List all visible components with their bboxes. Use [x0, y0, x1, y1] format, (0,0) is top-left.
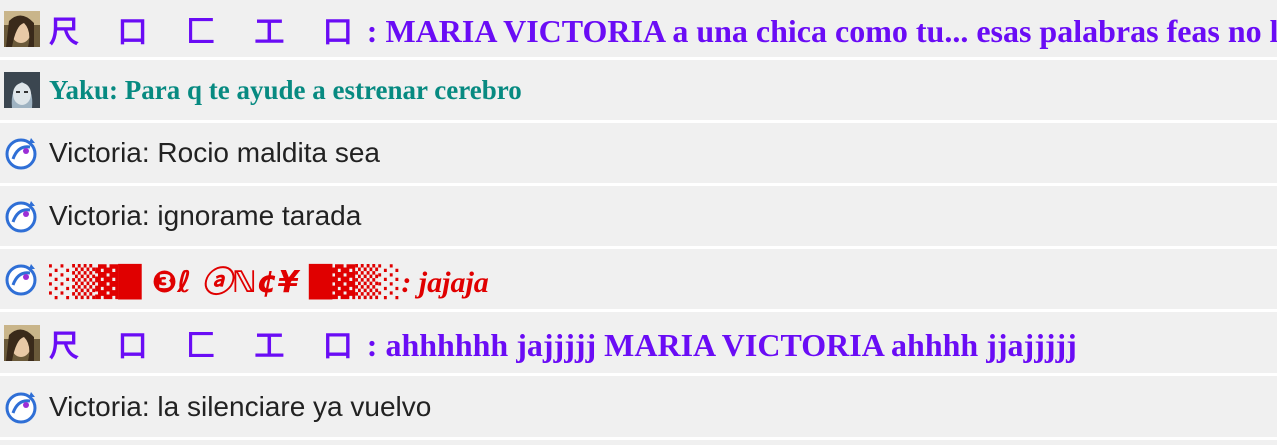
default-bird-avatar[interactable]: [4, 198, 40, 234]
message-nick[interactable]: Victoria: [49, 391, 142, 423]
message-nick[interactable]: 尺 口 匚 工 口: [49, 7, 367, 51]
message-text: : la silenciare ya vuelvo: [141, 390, 432, 422]
chat-message: Victoria : Rocio maldita sea: [0, 123, 1277, 186]
chat-message: Victoria : ignorame tarada: [0, 186, 1277, 249]
message-text: : MARIA VICTORIA a una chica como tu... …: [366, 12, 1277, 49]
message-text: : Rocio maldita sea: [141, 137, 380, 168]
message-text: : ignorame tarada: [141, 200, 362, 231]
default-bird-avatar[interactable]: [4, 135, 40, 171]
message-body: Victoria : ignorame tarada: [49, 200, 361, 232]
chat-message: Yaku : Para q te ayude a estrenar cerebr…: [0, 60, 1277, 123]
chat-message: 尺 口 匚 工 口 : ahhhhhh jajjjjj MARIA VICTOR…: [0, 312, 1277, 376]
message-text: : Para q te ayude a estrenar cerebro: [109, 74, 522, 105]
default-bird-avatar[interactable]: [4, 261, 40, 297]
message-nick[interactable]: Victoria: [49, 200, 142, 232]
message-body: 尺 口 匚 工 口 : MARIA VICTORIA a una chica c…: [49, 7, 1277, 51]
message-body: Victoria : Rocio maldita sea: [49, 137, 380, 169]
message-nick[interactable]: ░▒▓█ ❸ℓ ⓐℕ¢¥ █▓▒░: [49, 257, 401, 301]
chat-log: 尺 口 匚 工 口 : MARIA VICTORIA a una chica c…: [0, 0, 1277, 440]
message-body: ░▒▓█ ❸ℓ ⓐℕ¢¥ █▓▒░ : jajaja: [49, 257, 489, 301]
message-nick[interactable]: 尺 口 匚 工 口: [49, 321, 367, 365]
message-body: Victoria : la silenciare ya vuelvo: [49, 391, 431, 423]
woman-photo-avatar[interactable]: [4, 324, 40, 361]
girl-photo-avatar[interactable]: [4, 72, 40, 108]
woman-photo-avatar[interactable]: [4, 10, 40, 47]
message-body: 尺 口 匚 工 口 : ahhhhhh jajjjjj MARIA VICTOR…: [49, 321, 1077, 365]
message-nick[interactable]: Yaku: [49, 75, 109, 106]
message-text: : ahhhhhh jajjjjj MARIA VICTORIA ahhhh j…: [366, 326, 1077, 363]
message-body: Yaku : Para q te ayude a estrenar cerebr…: [49, 75, 522, 106]
chat-message: ░▒▓█ ❸ℓ ⓐℕ¢¥ █▓▒░ : jajaja: [0, 249, 1277, 312]
default-bird-avatar[interactable]: [4, 389, 40, 425]
message-text: : jajaja: [401, 266, 489, 299]
chat-message: Victoria : la silenciare ya vuelvo: [0, 376, 1277, 440]
chat-message: 尺 口 匚 工 口 : MARIA VICTORIA a una chica c…: [0, 0, 1277, 60]
message-nick[interactable]: Victoria: [49, 137, 142, 169]
